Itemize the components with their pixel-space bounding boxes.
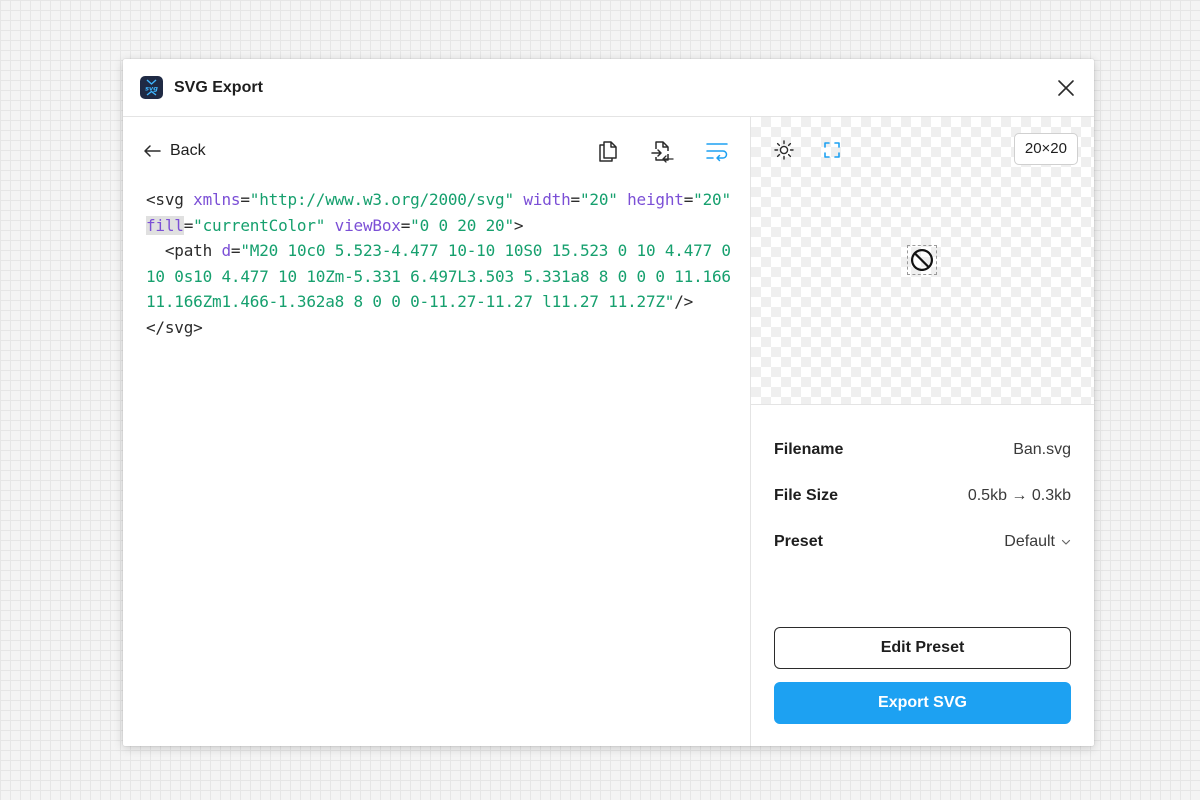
preview-pane: 20×20 Filename Ban.svg File Size 0.5kb →… [751, 117, 1094, 746]
back-button[interactable]: Back [143, 141, 206, 161]
code-token: "20" [579, 190, 618, 209]
code-token: "http://www.w3.org/2000/svg" [249, 190, 514, 209]
filename-row: Filename Ban.svg [774, 439, 1071, 461]
code-token: = [230, 241, 241, 261]
filesize-value: 0.5kb → 0.3kb [967, 487, 1071, 504]
filesize-label: File Size [774, 487, 839, 504]
code-token: "currentColor" [193, 215, 326, 235]
code-token: = [240, 190, 250, 209]
code-token: = [183, 215, 194, 235]
preview-icon-frame [907, 245, 937, 275]
edit-preset-button[interactable]: Edit Preset [774, 627, 1071, 669]
back-label: Back [170, 142, 206, 159]
code-token: "0 0 20 20" [410, 215, 514, 235]
svg-export-window: svg SVG Export Back <svg xmlns="http://w… [123, 59, 1094, 746]
code-token: = [570, 190, 581, 209]
arrow-left-icon [144, 145, 161, 157]
svg-app-logo-icon: svg [140, 76, 163, 99]
brightness-icon[interactable] [773, 139, 795, 161]
code-token: xmlns [193, 190, 241, 209]
code-token: "20" [693, 190, 731, 209]
size-badge: 20×20 [1013, 133, 1078, 165]
code-token: <svg [146, 190, 194, 209]
chevron-down-icon [1061, 539, 1071, 545]
code-token: = [683, 190, 694, 209]
filename-label: Filename [774, 441, 844, 458]
preset-label: Preset [774, 533, 823, 550]
insert-icon[interactable] [650, 139, 674, 163]
window-title: SVG Export [174, 79, 263, 96]
code-pane: Back <svg xmlns="http://www.w3.org/2000/… [123, 117, 751, 746]
preset-dropdown[interactable]: Default [1004, 531, 1071, 553]
copy-icon[interactable] [596, 139, 620, 163]
fit-frame-icon[interactable] [821, 139, 843, 161]
wrap-text-icon[interactable] [705, 139, 729, 163]
preview-canvas: 20×20 [751, 117, 1094, 405]
code-token: d [221, 241, 231, 261]
export-svg-button[interactable]: Export SVG [774, 682, 1071, 724]
preset-value: Default [1004, 533, 1055, 550]
ban-icon [911, 249, 933, 271]
preset-row: Preset Default [774, 531, 1071, 553]
code-token: height [627, 190, 684, 209]
code-token: fill [146, 215, 184, 235]
code-token: width [523, 190, 571, 209]
close-icon[interactable] [1056, 78, 1076, 98]
filesize-row: File Size 0.5kb → 0.3kb [774, 485, 1071, 507]
svg-code-view[interactable]: <svg xmlns="http://www.w3.org/2000/svg" … [146, 187, 731, 341]
title-bar: svg SVG Export [123, 59, 1094, 117]
code-token: viewBox [334, 215, 401, 235]
filename-value: Ban.svg [1013, 441, 1071, 458]
code-token: = [400, 215, 411, 235]
